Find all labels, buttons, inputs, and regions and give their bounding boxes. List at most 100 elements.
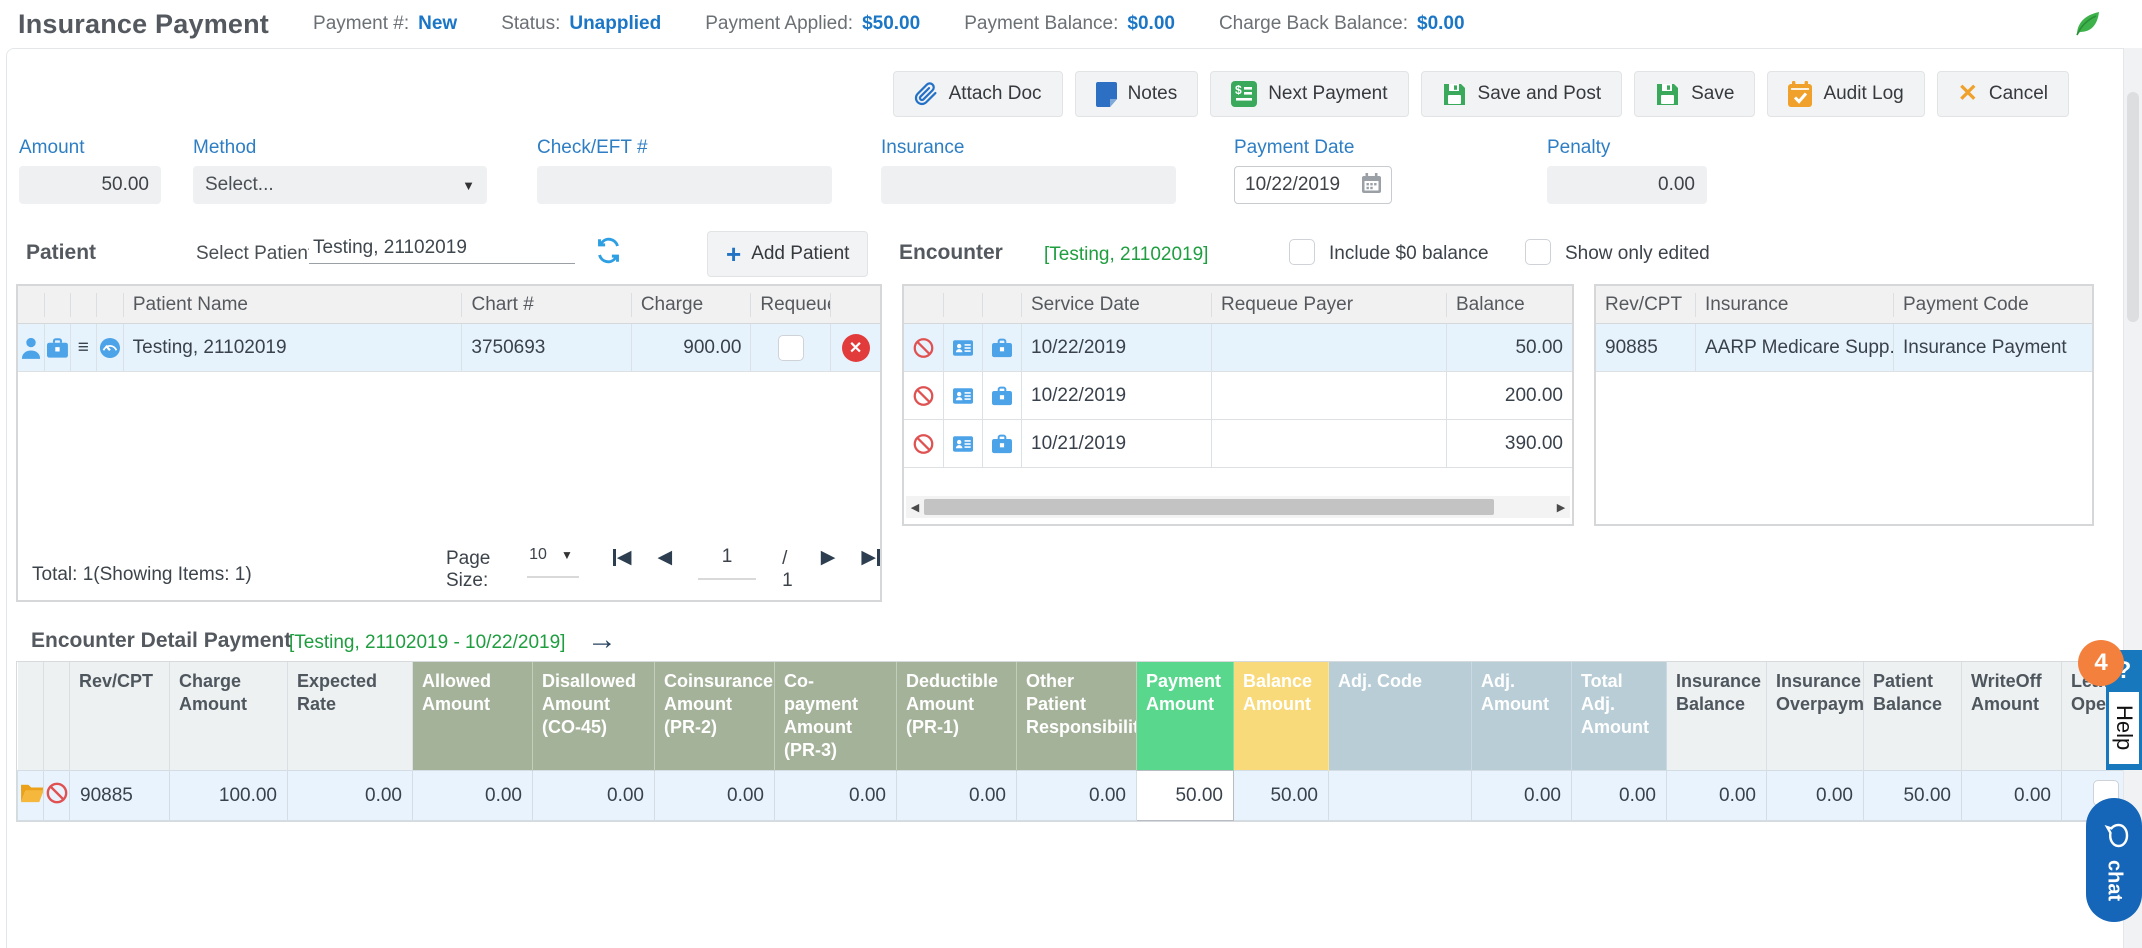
col-expected-rate[interactable]: Expected Rate	[288, 662, 413, 771]
payment-date-input[interactable]	[1245, 174, 1345, 196]
insurance-card-icon[interactable]	[943, 372, 982, 419]
first-page-icon[interactable]: ◀	[613, 546, 632, 569]
case-icon[interactable]	[982, 372, 1021, 419]
col-insurance[interactable]: Insurance	[1695, 293, 1893, 317]
cancel-button[interactable]: ✕ Cancel	[1937, 71, 2069, 117]
col-detail-revcpt[interactable]: Rev/CPT	[70, 662, 170, 771]
insurance-card-icon[interactable]	[943, 420, 982, 467]
page-number-input[interactable]	[698, 546, 756, 580]
col-other-patient-responsibility[interactable]: Other Patient Responsibility	[1017, 662, 1137, 771]
patient-row[interactable]: ≡ Testing, 21102019 3750693 900.00 ✕	[18, 324, 880, 372]
col-patient-name[interactable]: Patient Name	[123, 293, 462, 317]
amount-input[interactable]	[19, 166, 161, 204]
page-size-select[interactable]: 10 ▼	[527, 546, 579, 578]
show-only-edited-checkbox[interactable]	[1525, 239, 1551, 265]
requeue-checkbox[interactable]	[778, 335, 804, 361]
col-adj-code[interactable]: Adj. Code	[1329, 662, 1472, 771]
detail-disallowed-cell[interactable]: 0.00	[533, 771, 655, 821]
deny-icon[interactable]	[904, 372, 943, 419]
col-balance-amount[interactable]: Balance Amount	[1234, 662, 1329, 771]
detail-other-cell[interactable]: 0.00	[1017, 771, 1137, 821]
payment-amount-input[interactable]	[1137, 771, 1233, 820]
next-payment-button[interactable]: $ Next Payment	[1210, 71, 1408, 117]
col-insurance-overpayment[interactable]: Insurance Overpayment	[1767, 662, 1864, 771]
detail-expected-cell: 0.00	[288, 771, 413, 821]
encounter-row[interactable]: 10/21/2019 390.00	[904, 420, 1572, 468]
include-zero-balance-checkbox[interactable]	[1289, 239, 1315, 265]
revcpt-cell: 90885	[1596, 324, 1695, 371]
col-insurance-balance[interactable]: Insurance Balance	[1667, 662, 1767, 771]
col-coinsurance-amount[interactable]: Coinsurance Amount (PR-2)	[655, 662, 775, 771]
col-total-adj-amount[interactable]: Total Adj. Amount	[1572, 662, 1667, 771]
encounter-context: [Testing, 21102019]	[1044, 244, 1208, 266]
col-writeoff-amount[interactable]: WriteOff Amount	[1962, 662, 2062, 771]
notes-button[interactable]: Notes	[1075, 71, 1199, 117]
insurance-card-icon[interactable]	[943, 324, 982, 371]
go-arrow-icon[interactable]: →	[587, 625, 617, 655]
refresh-icon[interactable]	[595, 237, 622, 269]
chat-button[interactable]: chat	[2086, 798, 2142, 922]
delete-patient-icon[interactable]: ✕	[842, 334, 870, 362]
case-icon[interactable]	[44, 324, 70, 371]
payment-balance-value: $0.00	[1127, 13, 1175, 35]
insurance-input[interactable]	[881, 166, 1176, 204]
patient-person-icon[interactable]	[18, 324, 44, 371]
encounter-horizontal-scrollbar[interactable]: ◀ ▶	[906, 496, 1570, 518]
col-balance[interactable]: Balance	[1446, 293, 1572, 317]
scroll-left-icon[interactable]: ◀	[906, 501, 924, 514]
detail-adj-code-cell[interactable]	[1329, 771, 1472, 821]
scrollbar-thumb[interactable]	[924, 499, 1494, 515]
col-deductible-amount[interactable]: Deductible Amount (PR-1)	[897, 662, 1017, 771]
save-and-post-button[interactable]: Save and Post	[1421, 71, 1623, 117]
case-icon[interactable]	[982, 420, 1021, 467]
payment-number-label: Payment #:	[313, 13, 409, 35]
col-revcpt[interactable]: Rev/CPT	[1596, 293, 1695, 317]
col-disallowed-amount[interactable]: Disallowed Amount (CO-45)	[533, 662, 655, 771]
encounter-row[interactable]: 10/22/2019 50.00	[904, 324, 1572, 372]
open-folder-icon[interactable]	[18, 771, 44, 821]
attach-doc-button[interactable]: Attach Doc	[893, 71, 1063, 117]
col-copayment-amount[interactable]: Co-payment Amount (PR-3)	[775, 662, 897, 771]
col-patient-balance[interactable]: Patient Balance	[1864, 662, 1962, 771]
deny-icon[interactable]	[904, 324, 943, 371]
next-page-icon[interactable]: ▶	[821, 546, 836, 569]
col-payment-code[interactable]: Payment Code	[1893, 293, 2092, 317]
col-chart[interactable]: Chart #	[461, 293, 630, 317]
encounter-row[interactable]: 10/22/2019 200.00	[904, 372, 1572, 420]
col-payment-amount[interactable]: Payment Amount	[1137, 662, 1234, 771]
audit-log-button[interactable]: Audit Log	[1767, 71, 1924, 117]
last-page-icon[interactable]: ▶	[861, 546, 880, 569]
col-requeue[interactable]: Requeue	[750, 293, 830, 317]
col-allowed-amount[interactable]: Allowed Amount	[413, 662, 533, 771]
detail-coinsurance-cell[interactable]: 0.00	[655, 771, 775, 821]
prev-page-icon[interactable]: ◀	[657, 546, 672, 569]
detail-adj-amount-cell[interactable]: 0.00	[1472, 771, 1572, 821]
menu-lines-icon[interactable]: ≡	[70, 324, 96, 371]
gauge-icon[interactable]	[96, 324, 123, 371]
col-adj-amount[interactable]: Adj. Amount	[1472, 662, 1572, 771]
revcpt-row[interactable]: 90885 AARP Medicare Supp... Insurance Pa…	[1596, 324, 2092, 372]
check-eft-input[interactable]	[537, 166, 832, 204]
col-service-date[interactable]: Service Date	[1021, 293, 1211, 317]
scroll-right-icon[interactable]: ▶	[1552, 501, 1570, 514]
method-select[interactable]: Select... ▼	[193, 166, 487, 204]
case-icon[interactable]	[982, 324, 1021, 371]
notification-badge[interactable]: 4	[2078, 640, 2124, 686]
select-patient-input[interactable]	[309, 237, 575, 264]
deny-icon[interactable]	[44, 771, 70, 821]
col-charge[interactable]: Charge	[631, 293, 751, 317]
detail-copayment-cell[interactable]: 0.00	[775, 771, 897, 821]
col-requeue-payer[interactable]: Requeue Payer	[1211, 293, 1446, 317]
detail-allowed-cell[interactable]: 0.00	[413, 771, 533, 821]
scrollbar-thumb[interactable]	[2127, 92, 2139, 322]
add-patient-button[interactable]: + Add Patient	[707, 231, 868, 277]
save-button[interactable]: Save	[1634, 71, 1755, 117]
deny-icon[interactable]	[904, 420, 943, 467]
detail-deductible-cell[interactable]: 0.00	[897, 771, 1017, 821]
service-date-cell: 10/21/2019	[1021, 420, 1211, 467]
penalty-input[interactable]	[1547, 166, 1707, 204]
detail-table-header: Rev/CPT Charge Amount Expected Rate Allo…	[18, 662, 2136, 771]
calendar-icon[interactable]	[1362, 173, 1381, 198]
status-label: Status:	[501, 13, 560, 35]
col-charge-amount[interactable]: Charge Amount	[170, 662, 288, 771]
